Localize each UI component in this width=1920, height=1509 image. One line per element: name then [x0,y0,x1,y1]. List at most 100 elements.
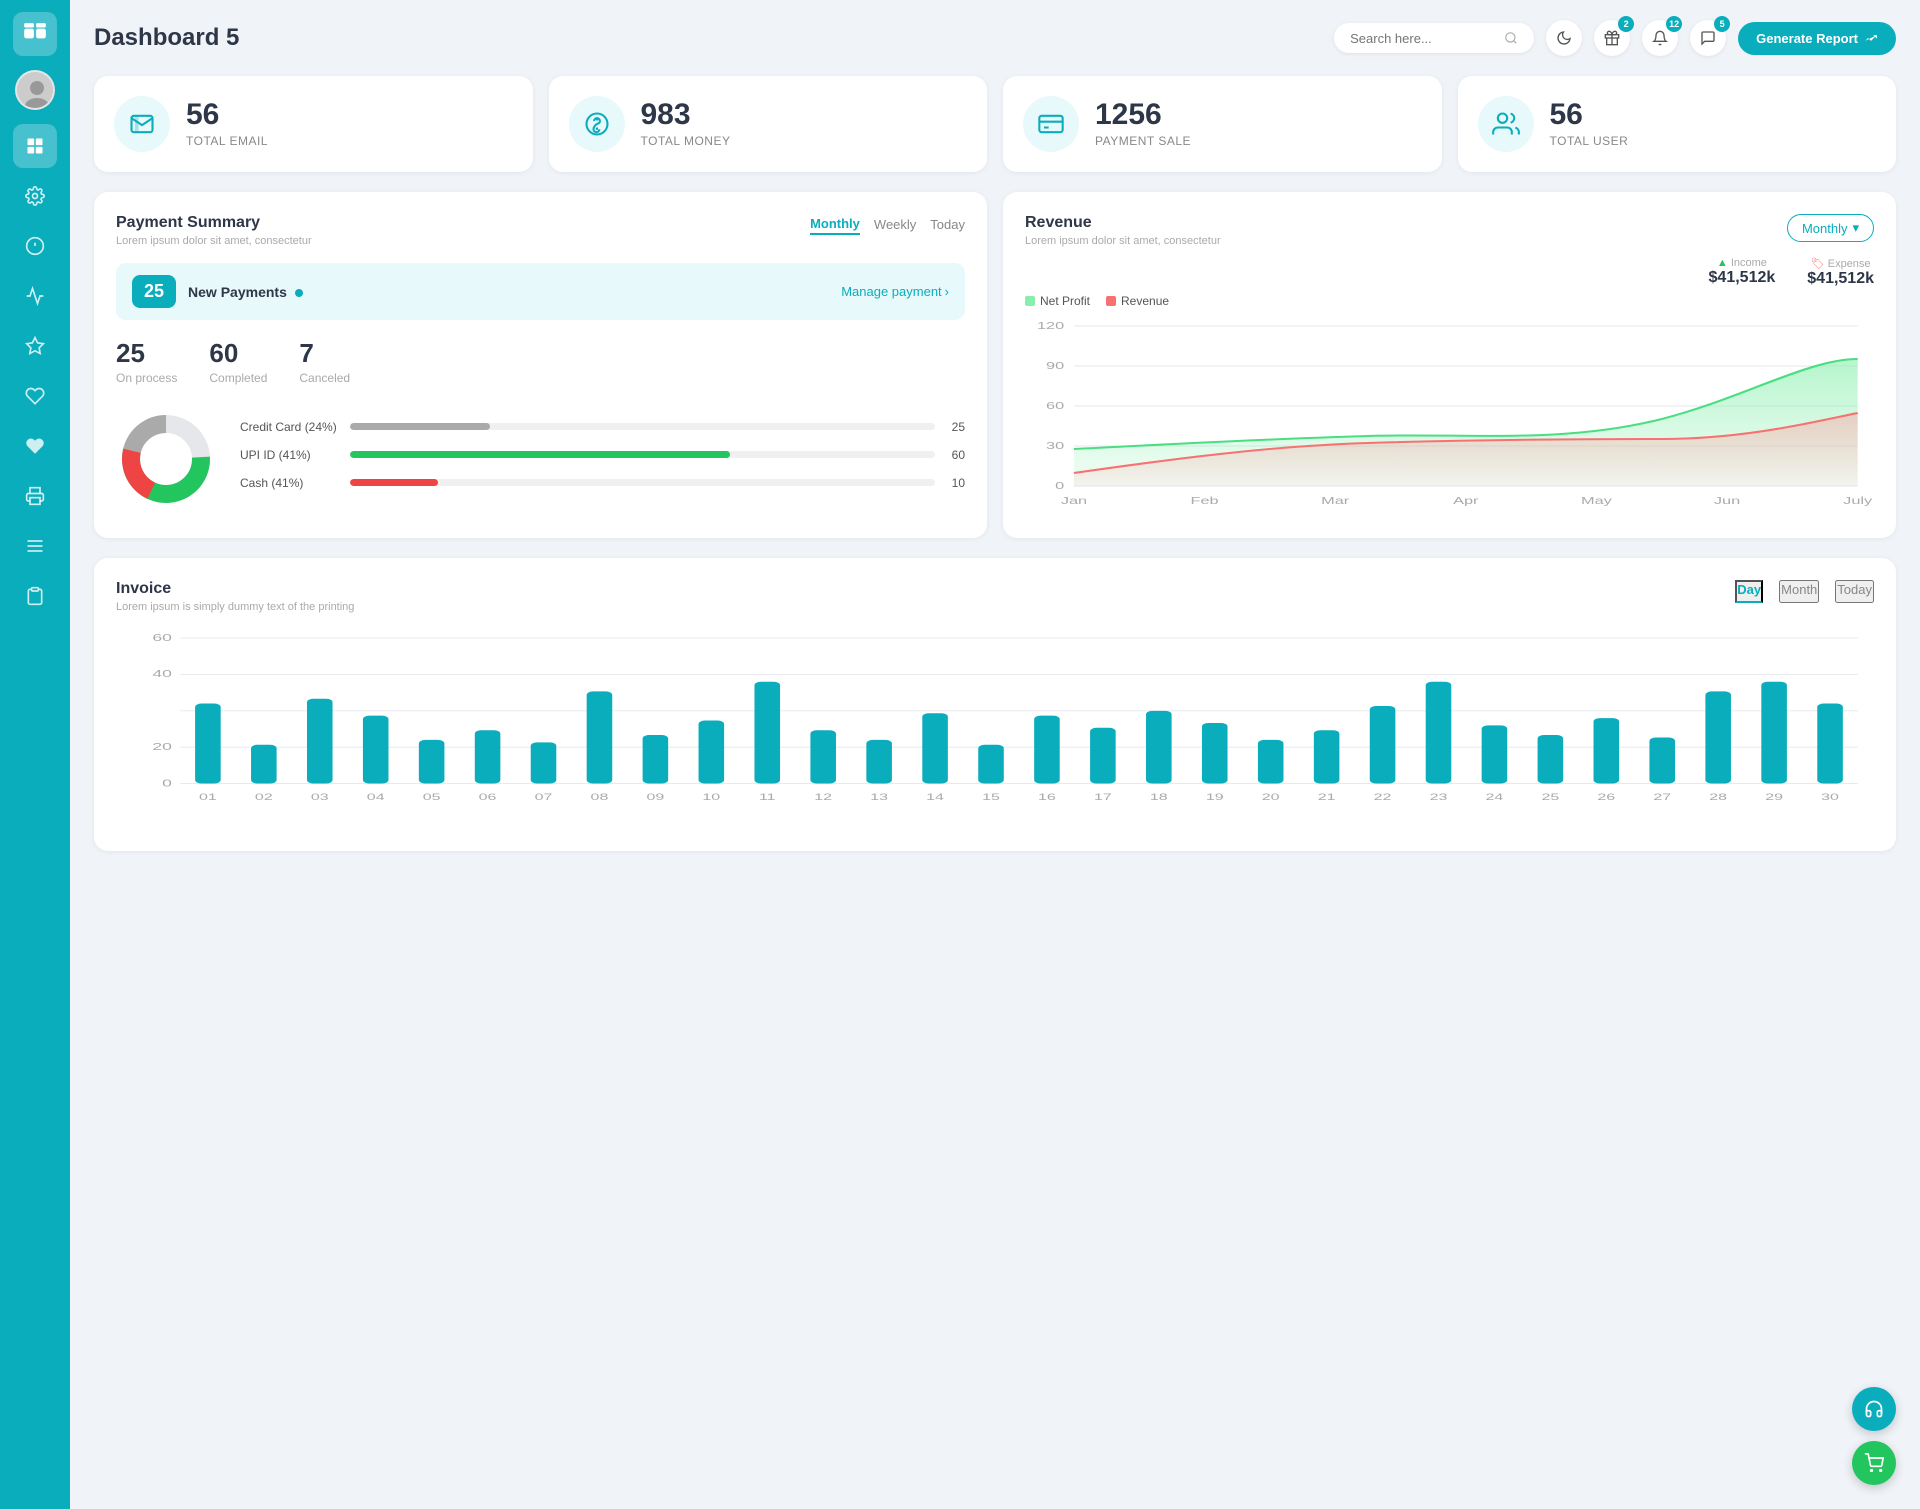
cart-float-btn[interactable] [1852,1441,1896,1485]
credit-progress [350,423,935,430]
income-item: ▲ Income $41,512k [1709,257,1776,288]
svg-text:17: 17 [1094,792,1112,802]
payment-label: PAYMENT SALE [1095,134,1191,148]
invoice-bar [251,745,277,784]
tab-today[interactable]: Today [930,214,965,235]
expense-value: $41,512k [1807,270,1874,288]
cash-progress [350,479,935,486]
tab-weekly[interactable]: Weekly [874,214,916,235]
net-profit-legend: Net Profit [1025,294,1090,308]
sidebar-item-settings[interactable] [13,174,57,218]
user-icon [1478,96,1534,152]
svg-text:27: 27 [1653,792,1671,802]
stat-info-user: 56 TOTAL USER [1550,100,1629,148]
svg-text:28: 28 [1709,792,1727,802]
new-payments-dot [295,289,303,297]
stat-card-user: 56 TOTAL USER [1458,76,1897,172]
gift-icon [1604,30,1620,46]
new-payments-count: 25 [132,275,176,308]
search-input[interactable] [1350,31,1496,46]
svg-text:10: 10 [702,792,720,802]
invoice-tab-day[interactable]: Day [1735,580,1763,603]
avatar[interactable] [15,70,55,110]
manage-payment-link[interactable]: Manage payment › [841,284,949,299]
invoice-bar [810,730,836,783]
headset-float-btn[interactable] [1852,1387,1896,1431]
bell-btn[interactable]: 12 [1642,20,1678,56]
user-count: 56 [1550,100,1629,130]
payment-legend: Credit Card (24%) 25 UPI ID (41%) 60 [240,420,965,504]
svg-text:26: 26 [1597,792,1615,802]
revenue-header: Revenue Lorem ipsum dolor sit amet, cons… [1025,214,1874,247]
mid-row: Payment Summary Lorem ipsum dolor sit am… [94,192,1896,538]
invoice-bar [1258,740,1284,784]
on-process-stat: 25 On process [116,338,177,385]
income-up-icon: ▲ [1717,257,1728,269]
chat-icon [1700,30,1716,46]
invoice-tab-today[interactable]: Today [1835,580,1874,603]
sidebar [0,0,70,1509]
canceled-stat: 7 Canceled [299,338,350,385]
sidebar-item-analytics[interactable] [13,274,57,318]
completed-label: Completed [209,371,267,385]
stats-row: 56 TOTAL EMAIL 983 TOTAL MONEY [94,76,1896,172]
invoice-bar [1817,704,1843,784]
svg-text:05: 05 [423,792,441,802]
svg-text:May: May [1581,495,1612,506]
search-bar[interactable] [1334,23,1534,53]
expense-label: 🏷 Expense [1807,257,1874,270]
invoice-bar [1090,728,1116,784]
sidebar-logo[interactable] [13,12,57,56]
sidebar-item-clipboard[interactable] [13,574,57,618]
donut-section: Credit Card (24%) 25 UPI ID (41%) 60 [116,409,965,514]
svg-text:01: 01 [199,792,217,802]
invoice-bar [978,745,1004,784]
generate-report-button[interactable]: Generate Report [1738,22,1896,55]
invoice-subtitle: Lorem ipsum is simply dummy text of the … [116,601,354,613]
sidebar-item-heart-outline[interactable] [13,374,57,418]
email-icon [114,96,170,152]
invoice-card: Invoice Lorem ipsum is simply dummy text… [94,558,1896,851]
gift-btn[interactable]: 2 [1594,20,1630,56]
invoice-bar [1649,737,1675,783]
svg-text:Jun: Jun [1714,495,1740,506]
sidebar-item-info[interactable] [13,224,57,268]
money-icon [569,96,625,152]
invoice-bar [1034,716,1060,784]
invoice-tab-month[interactable]: Month [1779,580,1819,603]
payment-icon [1023,96,1079,152]
legend-credit-label: Credit Card (24%) [240,420,340,434]
svg-text:30: 30 [1046,440,1064,451]
on-process-num: 25 [116,338,177,369]
svg-text:29: 29 [1765,792,1783,802]
sidebar-item-heart-filled[interactable] [13,424,57,468]
upi-fill [350,451,730,458]
payment-summary-subtitle: Lorem ipsum dolor sit amet, consectetur [116,235,312,247]
sidebar-item-list[interactable] [13,524,57,568]
svg-text:30: 30 [1821,792,1839,802]
invoice-bar [1202,723,1228,784]
svg-text:20: 20 [152,742,172,753]
legend-upi-label: UPI ID (41%) [240,448,340,462]
canceled-label: Canceled [299,371,350,385]
sidebar-item-dashboard[interactable] [13,124,57,168]
invoice-bar [1426,682,1452,784]
income-value: $41,512k [1709,269,1776,287]
headset-icon [1864,1399,1884,1419]
user-label: TOTAL USER [1550,134,1629,148]
chat-btn[interactable]: 5 [1690,20,1726,56]
sidebar-item-print[interactable] [13,474,57,518]
sidebar-item-star[interactable] [13,324,57,368]
svg-text:60: 60 [152,632,172,643]
invoice-bar [195,704,221,784]
svg-text:0: 0 [162,778,172,789]
revenue-monthly-dropdown[interactable]: Monthly ▾ [1787,214,1874,242]
cart-icon [1864,1453,1884,1473]
revenue-title: Revenue [1025,214,1221,232]
svg-text:Mar: Mar [1321,495,1350,506]
theme-toggle-btn[interactable] [1546,20,1582,56]
tab-monthly[interactable]: Monthly [810,214,860,235]
payment-count: 1256 [1095,100,1191,130]
page-title: Dashboard 5 [94,24,239,52]
svg-text:18: 18 [1150,792,1168,802]
